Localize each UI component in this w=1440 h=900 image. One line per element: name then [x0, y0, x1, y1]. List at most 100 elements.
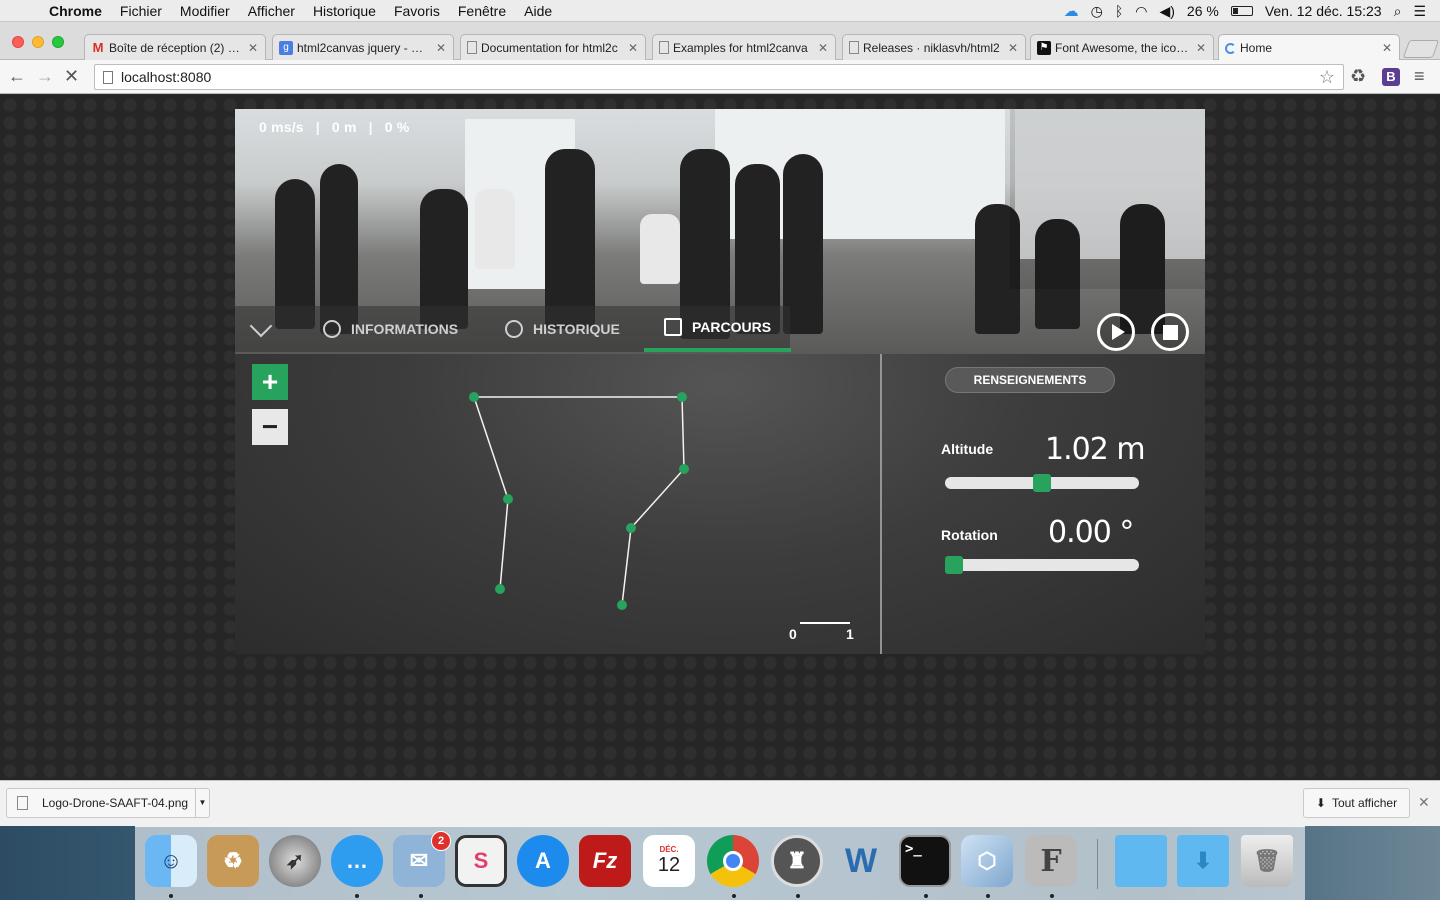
page-icon [659, 41, 669, 54]
app-store-icon[interactable]: A [517, 835, 569, 887]
download-item[interactable]: Logo-Drone-SAAFT-04.png ▼ [6, 788, 210, 818]
stop-button[interactable] [1151, 313, 1189, 351]
menu-aide[interactable]: Aide [515, 3, 561, 19]
waypoint [469, 392, 479, 402]
font-book-icon[interactable]: F [1025, 835, 1077, 887]
sublime-icon[interactable]: S [455, 835, 507, 887]
download-filename: Logo-Drone-SAAFT-04.png [42, 796, 189, 810]
wireshark-icon[interactable]: W [835, 835, 887, 887]
loading-icon [1225, 42, 1236, 54]
video-person [545, 149, 595, 329]
stop-loading-icon[interactable]: ✕ [64, 66, 79, 87]
terminal-icon[interactable]: >_ [899, 835, 951, 887]
tab-title: html2canvas jquery - Rec [297, 40, 431, 55]
altitude-label: Altitude [941, 441, 994, 457]
finder-icon[interactable]: ☺ [145, 835, 197, 887]
address-bar[interactable]: localhost:8080 ☆ [94, 64, 1344, 90]
menu-app-chrome[interactable]: Chrome [40, 3, 111, 19]
time-machine-icon[interactable]: ◷ [1091, 3, 1103, 20]
launchpad-icon[interactable]: ➶ [269, 835, 321, 887]
archive-utility-icon[interactable]: ♻ [207, 835, 259, 887]
trash-icon[interactable]: 🗑 [1241, 835, 1293, 887]
battery-percent[interactable]: 26 % [1187, 3, 1219, 19]
mail-icon[interactable]: ✉ 2 [393, 831, 451, 887]
file-icon [17, 796, 28, 810]
menu-afficher[interactable]: Afficher [239, 3, 304, 19]
close-tab-icon[interactable]: ✕ [817, 41, 829, 55]
browser-tab[interactable]: ⚑ Font Awesome, the iconic ✕ [1030, 34, 1214, 60]
messages-icon[interactable]: … [331, 835, 383, 887]
bluetooth-icon[interactable]: ᛒ [1115, 3, 1123, 19]
collapse-chevron-icon[interactable] [249, 314, 273, 338]
virtualbox-icon[interactable]: ⬡ [961, 835, 1013, 887]
browser-tab[interactable]: M Boîte de réception (2) - m ✕ [84, 34, 266, 60]
rotation-slider-handle[interactable] [945, 556, 963, 574]
tab-strip: M Boîte de réception (2) - m ✕ g html2ca… [0, 22, 1440, 61]
menu-fenetre[interactable]: Fenêtre [449, 3, 515, 19]
route-map-icon [664, 318, 682, 336]
waypoint [677, 392, 687, 402]
altitude-slider-handle[interactable] [1033, 474, 1051, 492]
calendar-icon[interactable]: DÉC. 12 [643, 835, 695, 887]
rotation-slider[interactable] [945, 556, 1139, 574]
close-tab-icon[interactable]: ✕ [1381, 41, 1393, 55]
tab-parcours[interactable]: PARCOURS [644, 306, 792, 352]
bootstrap-extension-icon[interactable]: B [1382, 68, 1400, 86]
tab-label: PARCOURS [692, 319, 772, 335]
chrome-icon[interactable] [707, 835, 759, 887]
battery-icon[interactable] [1230, 6, 1253, 16]
browser-tab[interactable]: Documentation for html2c ✕ [460, 34, 646, 60]
menu-historique[interactable]: Historique [304, 3, 385, 19]
close-tab-icon[interactable]: ✕ [1007, 41, 1019, 55]
zoom-in-button[interactable]: + [252, 364, 288, 400]
folder-icon[interactable] [1115, 835, 1167, 887]
running-indicator [169, 894, 173, 898]
filezilla-icon[interactable]: Fz [579, 835, 631, 887]
menu-fichier[interactable]: Fichier [111, 3, 171, 19]
tab-informations[interactable]: INFORMATIONS [323, 306, 458, 352]
drone-app: 0 ms/s | 0 m | 0 % INFORMATIONS HISTORIQ… [235, 109, 1205, 654]
altitude-slider[interactable] [945, 474, 1139, 492]
dropdown-arrow-icon[interactable]: ▼ [195, 789, 209, 817]
browser-tab[interactable]: Releases · niklasvh/html2 ✕ [842, 34, 1026, 60]
close-tab-icon[interactable]: ✕ [435, 41, 447, 55]
recycle-extension-icon[interactable]: ♻ [1350, 66, 1366, 87]
zoom-window-button[interactable] [52, 36, 64, 48]
show-all-downloads-button[interactable]: ⬇ Tout afficher [1303, 788, 1410, 818]
minimize-window-button[interactable] [32, 36, 44, 48]
play-button[interactable] [1097, 313, 1135, 351]
close-tab-icon[interactable]: ✕ [627, 41, 639, 55]
menu-favoris[interactable]: Favoris [385, 3, 449, 19]
browser-tab-active[interactable]: Home ✕ [1218, 34, 1400, 61]
dock-separator [1097, 839, 1098, 889]
sequel-pro-icon[interactable]: ♜ [771, 835, 823, 887]
url-text[interactable]: localhost:8080 [121, 69, 211, 85]
clock[interactable]: Ven. 12 déc. 15:23 [1265, 3, 1382, 19]
browser-tab[interactable]: Examples for html2canva ✕ [652, 34, 836, 60]
close-window-button[interactable] [12, 36, 24, 48]
back-icon[interactable]: ← [8, 66, 26, 87]
new-tab-button[interactable] [1402, 40, 1440, 58]
volume-icon[interactable]: ◀) [1159, 3, 1174, 20]
show-all-label: Tout afficher [1331, 796, 1398, 810]
chrome-menu-icon[interactable]: ≡ [1414, 66, 1425, 87]
video-person [640, 214, 680, 284]
browser-tab[interactable]: g html2canvas jquery - Rec ✕ [272, 34, 454, 60]
tab-historique[interactable]: HISTORIQUE [505, 306, 620, 352]
zoom-out-button[interactable]: − [252, 409, 288, 445]
bookmark-star-icon[interactable]: ☆ [1319, 67, 1335, 88]
altitude-value: 1.02 m [1045, 432, 1146, 467]
stop-icon [1162, 324, 1178, 340]
spotlight-icon[interactable]: ⌕ [1394, 3, 1402, 20]
notification-center-icon[interactable]: ☰ [1413, 3, 1426, 20]
flight-path-map[interactable] [235, 354, 880, 654]
close-shelf-icon[interactable]: ✕ [1418, 794, 1430, 811]
cloud-icon[interactable]: ☁ [1064, 2, 1079, 20]
menu-modifier[interactable]: Modifier [171, 3, 239, 19]
downloads-icon[interactable]: ⬇ [1177, 835, 1229, 887]
close-tab-icon[interactable]: ✕ [247, 41, 259, 55]
close-tab-icon[interactable]: ✕ [1195, 41, 1207, 55]
forward-icon[interactable]: → [36, 66, 54, 87]
renseignements-button[interactable]: RENSEIGNEMENTS [945, 367, 1115, 393]
wifi-icon[interactable]: ◠ [1135, 3, 1147, 20]
